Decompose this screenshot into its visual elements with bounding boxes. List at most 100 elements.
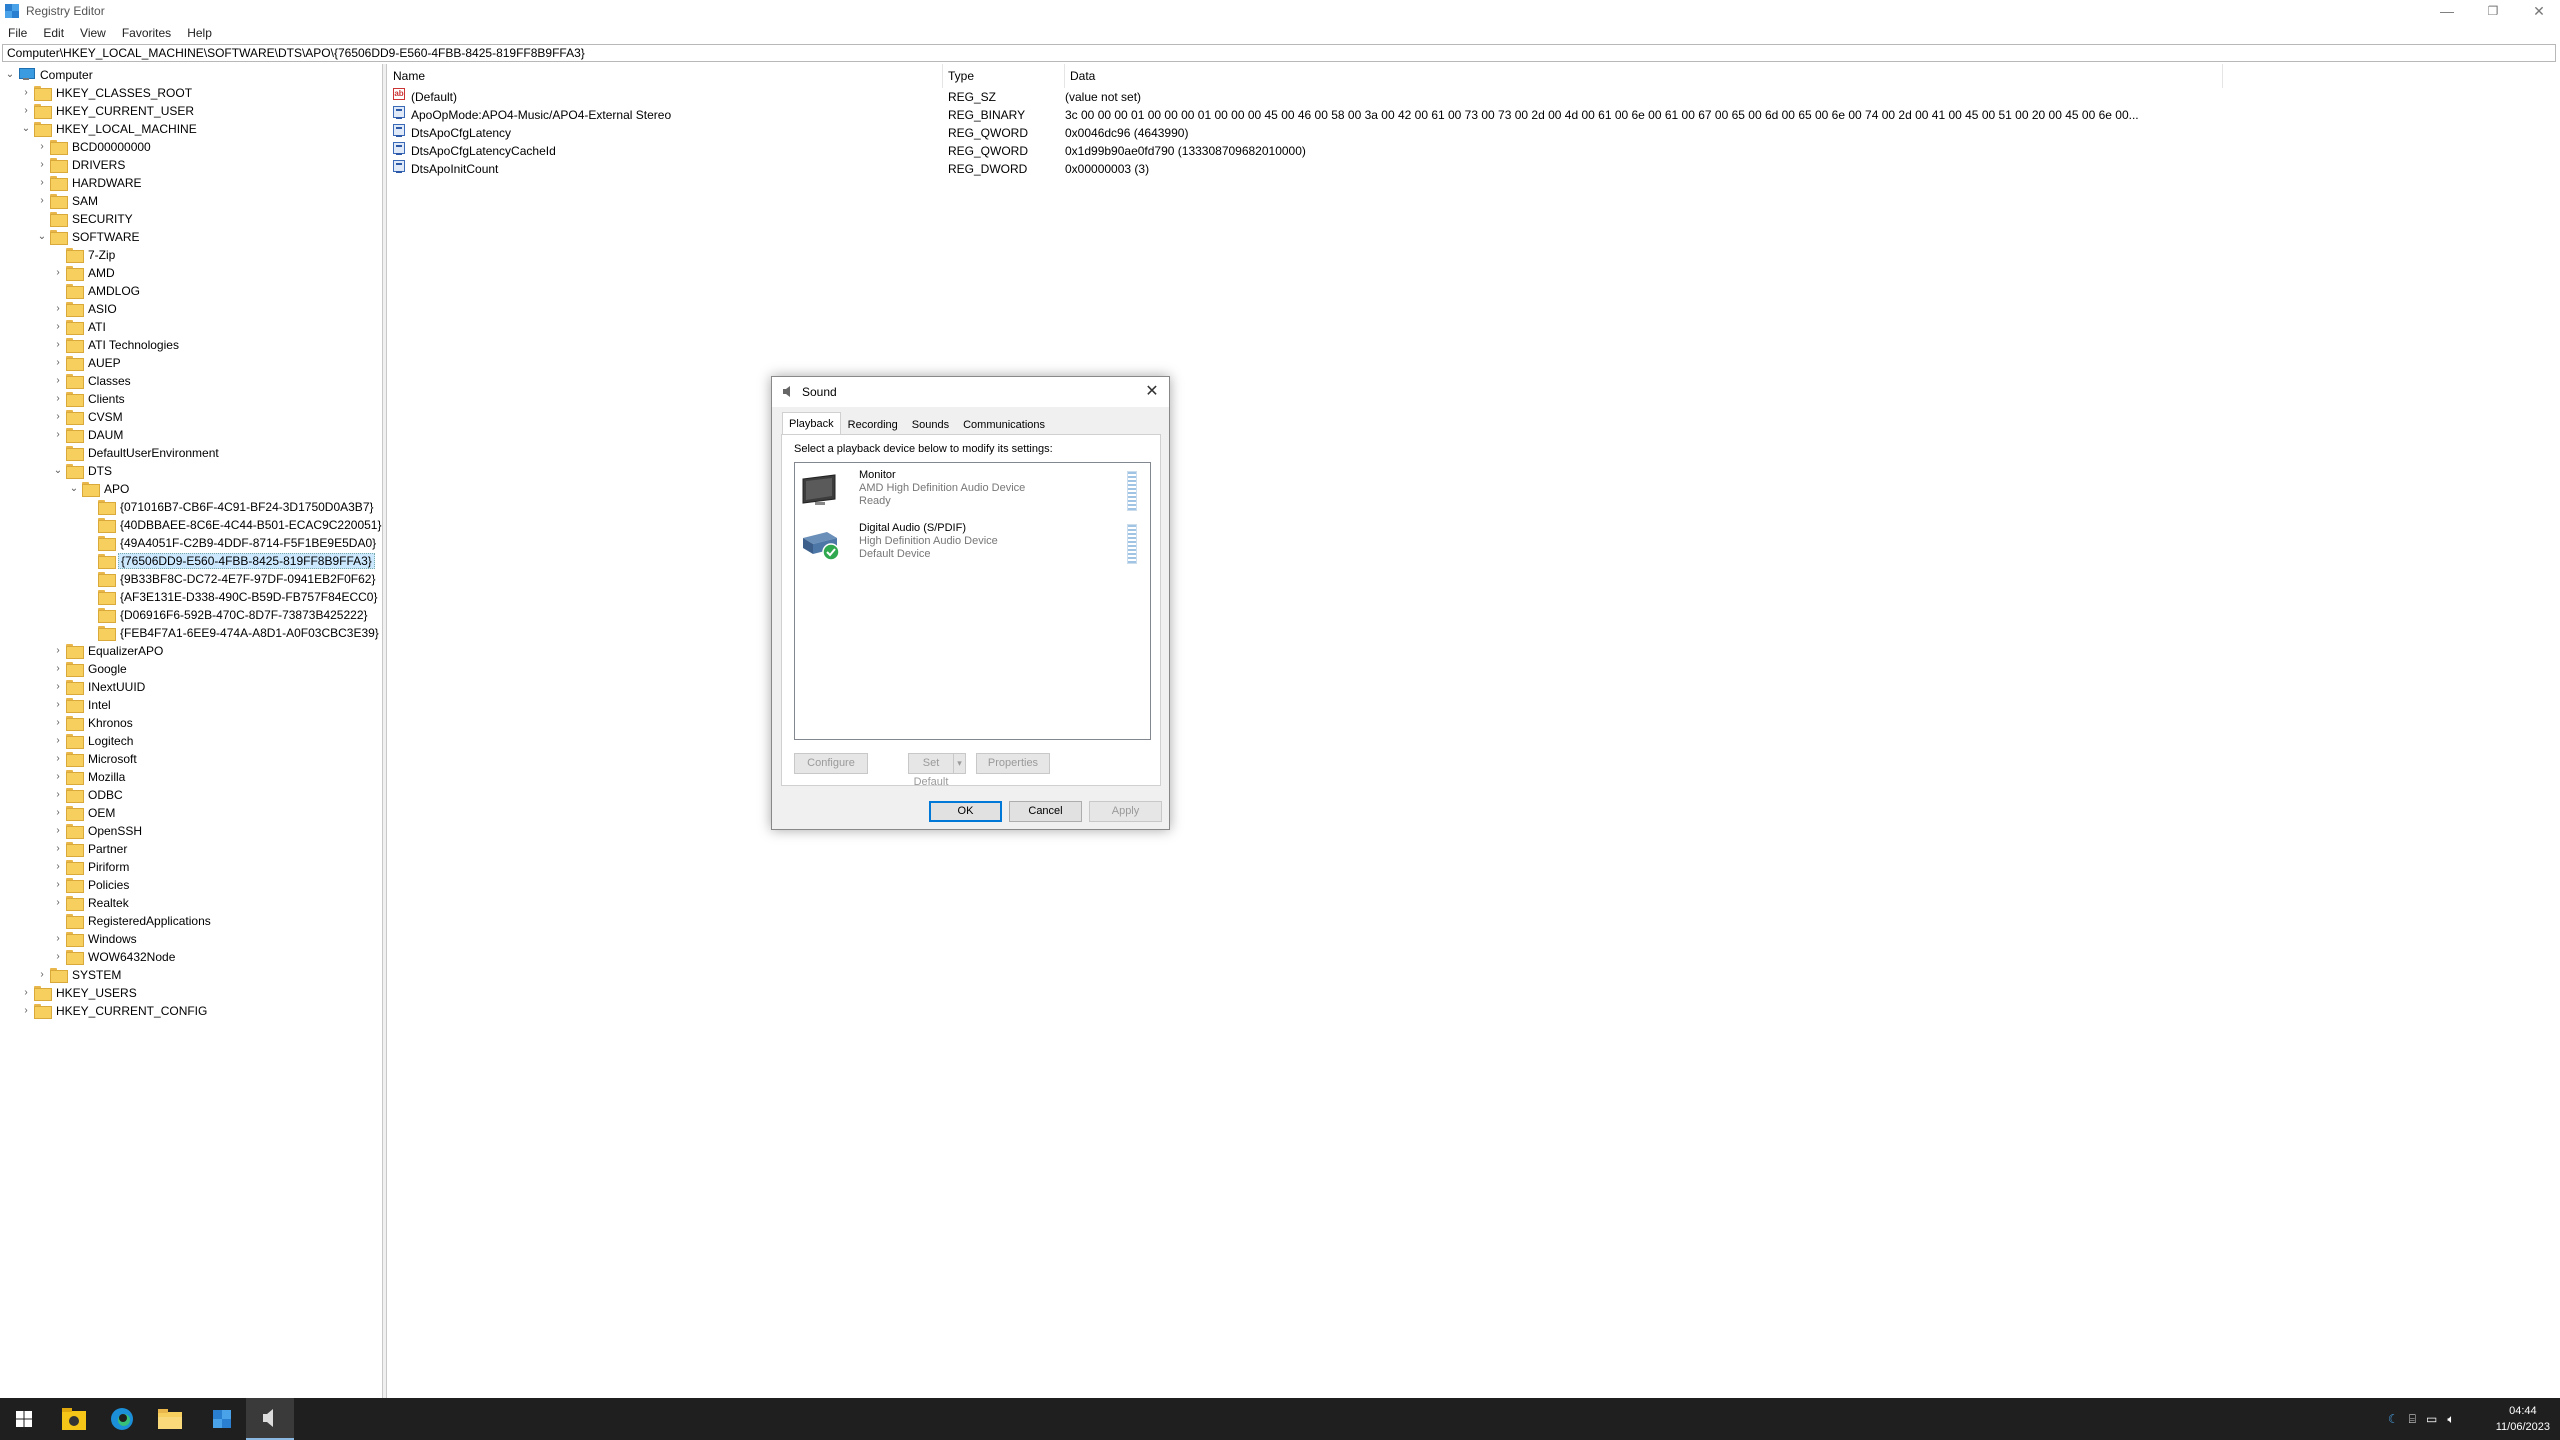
expand-chevron-icon[interactable]: ›: [52, 336, 64, 353]
restore-button[interactable]: ❐: [2470, 0, 2516, 22]
value-row[interactable]: ab (Default) REG_SZ (value not set): [388, 88, 2488, 106]
tree-node[interactable]: › AMD: [52, 264, 117, 281]
regedit-icon[interactable]: [198, 1398, 246, 1440]
tab-playback[interactable]: Playback: [782, 412, 841, 434]
tree-node[interactable]: {9B33BF8C-DC72-4E7F-97DF-0941EB2F0F62}: [84, 570, 377, 587]
tree-node[interactable]: {FEB4F7A1-6EE9-474A-A8D1-A0F03CBC3E39}: [84, 624, 381, 641]
tree-node[interactable]: › Mozilla: [52, 768, 127, 785]
collapse-chevron-icon[interactable]: ⌄: [68, 480, 80, 497]
expand-chevron-icon[interactable]: ›: [36, 138, 48, 155]
tree-node[interactable]: › SYSTEM: [36, 966, 123, 983]
expand-chevron-icon[interactable]: ›: [52, 408, 64, 425]
expand-chevron-icon[interactable]: ›: [52, 642, 64, 659]
clock[interactable]: 04:44 11/06/2023: [2496, 1403, 2550, 1435]
tree-node[interactable]: {071016B7-CB6F-4C91-BF24-3D1750D0A3B7}: [84, 498, 376, 515]
set-default-dropdown-button[interactable]: ▾: [953, 753, 966, 774]
tree-node[interactable]: › HARDWARE: [36, 174, 144, 191]
tree-node[interactable]: › ASIO: [52, 300, 119, 317]
tree-node[interactable]: › HKEY_USERS: [20, 984, 139, 1001]
tree-node[interactable]: › Google: [52, 660, 129, 677]
expand-chevron-icon[interactable]: ›: [36, 174, 48, 191]
tab-recording[interactable]: Recording: [841, 414, 905, 434]
expand-chevron-icon[interactable]: ›: [52, 840, 64, 857]
minimize-button[interactable]: —: [2424, 0, 2470, 22]
tree-node[interactable]: RegisteredApplications: [52, 912, 213, 929]
expand-chevron-icon[interactable]: ›: [52, 876, 64, 893]
ok-button[interactable]: OK: [929, 801, 1002, 822]
tree-node[interactable]: › Windows: [52, 930, 139, 947]
menu-edit[interactable]: Edit: [35, 26, 72, 40]
playback-device-list[interactable]: Monitor AMD High Definition Audio Device…: [794, 462, 1151, 740]
collapse-chevron-icon[interactable]: ⌄: [20, 120, 32, 137]
properties-button[interactable]: Properties: [976, 753, 1050, 774]
tree-node[interactable]: {76506DD9-E560-4FBB-8425-819FF8B9FFA3}: [84, 552, 375, 569]
values-list[interactable]: Name Type Data ab (Default) REG_SZ (value n…: [388, 64, 2560, 1398]
expand-chevron-icon[interactable]: ›: [52, 804, 64, 821]
expand-chevron-icon[interactable]: ›: [52, 894, 64, 911]
tree-node[interactable]: › ODBC: [52, 786, 125, 803]
tree-node[interactable]: › AUEP: [52, 354, 123, 371]
expand-chevron-icon[interactable]: ›: [52, 372, 64, 389]
tree-node[interactable]: › Clients: [52, 390, 127, 407]
menu-help[interactable]: Help: [179, 26, 220, 40]
tree-node[interactable]: › Realtek: [52, 894, 131, 911]
tree-node[interactable]: › Piriform: [52, 858, 131, 875]
expand-chevron-icon[interactable]: ›: [36, 192, 48, 209]
folder-icon[interactable]: [146, 1398, 194, 1440]
expand-chevron-icon[interactable]: ›: [52, 354, 64, 371]
sound-icon[interactable]: [246, 1398, 294, 1440]
expand-chevron-icon[interactable]: ›: [52, 822, 64, 839]
expand-chevron-icon[interactable]: ›: [52, 732, 64, 749]
column-header-name[interactable]: Name: [388, 64, 943, 88]
tree-node[interactable]: › ATI: [52, 318, 108, 335]
file-explorer-icon[interactable]: [50, 1398, 98, 1440]
start-icon[interactable]: [0, 1398, 48, 1440]
tree-node[interactable]: › OpenSSH: [52, 822, 144, 839]
expand-chevron-icon[interactable]: ›: [52, 858, 64, 875]
expand-chevron-icon[interactable]: ›: [20, 84, 32, 101]
column-header-type[interactable]: Type: [943, 64, 1065, 88]
tree-node[interactable]: {D06916F6-592B-470C-8D7F-73873B425222}: [84, 606, 370, 623]
tree-node[interactable]: › Policies: [52, 876, 131, 893]
tree-node[interactable]: › ATI Technologies: [52, 336, 181, 353]
tray-volume-icon[interactable]: 🔈︎: [2447, 1412, 2454, 1427]
tree-node[interactable]: DefaultUserEnvironment: [52, 444, 221, 461]
tree-node[interactable]: › INextUUID: [52, 678, 147, 695]
tray-network-icon[interactable]: ⌸: [2409, 1412, 2416, 1427]
tree-node[interactable]: 7-Zip: [52, 246, 117, 263]
tree-node[interactable]: › WOW6432Node: [52, 948, 177, 965]
tree-node[interactable]: › HKEY_CLASSES_ROOT: [20, 84, 194, 101]
tree-node[interactable]: › Intel: [52, 696, 113, 713]
tree-node[interactable]: ⌄ APO: [68, 480, 131, 497]
expand-chevron-icon[interactable]: ›: [52, 696, 64, 713]
tree-node[interactable]: › DRIVERS: [36, 156, 127, 173]
tree-node[interactable]: › Classes: [52, 372, 133, 389]
tab-communications[interactable]: Communications: [956, 414, 1052, 434]
expand-chevron-icon[interactable]: ›: [52, 786, 64, 803]
registry-tree[interactable]: ⌄ Computer › HKEY_CLASSES_ROOT › HKEY_CURRENT…: [0, 64, 383, 1398]
tree-node[interactable]: › DAUM: [52, 426, 125, 443]
expand-chevron-icon[interactable]: ›: [52, 714, 64, 731]
set-default-button[interactable]: Set Default: [908, 753, 954, 788]
device-monitor[interactable]: Monitor AMD High Definition Audio Device…: [797, 465, 1147, 515]
tree-node[interactable]: › CVSM: [52, 408, 125, 425]
tree-node[interactable]: › OEM: [52, 804, 117, 821]
expand-chevron-icon[interactable]: ›: [20, 102, 32, 119]
apply-button[interactable]: Apply: [1089, 801, 1162, 822]
column-header-data[interactable]: Data: [1065, 64, 2223, 88]
expand-chevron-icon[interactable]: ›: [52, 426, 64, 443]
expand-chevron-icon[interactable]: ›: [52, 264, 64, 281]
address-bar[interactable]: Computer\HKEY_LOCAL_MACHINE\SOFTWARE\DTS…: [2, 44, 2556, 62]
value-row[interactable]: DtsApoCfgLatency REG_QWORD 0x0046dc96 (464…: [388, 124, 2488, 142]
collapse-chevron-icon[interactable]: ⌄: [52, 462, 64, 479]
expand-chevron-icon[interactable]: ›: [20, 984, 32, 1001]
value-row[interactable]: DtsApoInitCount REG_DWORD 0x00000003 (3): [388, 160, 2488, 178]
expand-chevron-icon[interactable]: ›: [52, 318, 64, 335]
tray-monitor-icon[interactable]: ▭: [2426, 1412, 2437, 1426]
tree-node[interactable]: › Partner: [52, 840, 129, 857]
menu-view[interactable]: View: [72, 26, 114, 40]
tree-node[interactable]: ⌄ HKEY_LOCAL_MACHINE: [20, 120, 199, 137]
collapse-chevron-icon[interactable]: ⌄: [4, 66, 16, 83]
tree-node[interactable]: ⌄ SOFTWARE: [36, 228, 142, 245]
collapse-chevron-icon[interactable]: ⌄: [36, 228, 48, 245]
